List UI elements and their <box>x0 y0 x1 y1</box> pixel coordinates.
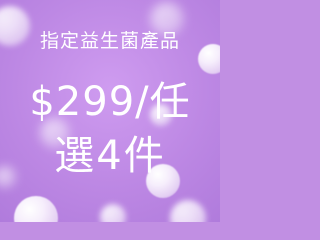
promo-subtitle: 指定益生菌產品 <box>39 30 180 52</box>
promo-price: $299/任 <box>29 79 191 125</box>
promo-offer: 選4件 <box>54 133 166 179</box>
promo-banner: 指定益生菌產品 $299/任 選4件 <box>0 0 220 222</box>
promo-text-group: 指定益生菌產品 $299/任 選4件 <box>0 0 220 222</box>
